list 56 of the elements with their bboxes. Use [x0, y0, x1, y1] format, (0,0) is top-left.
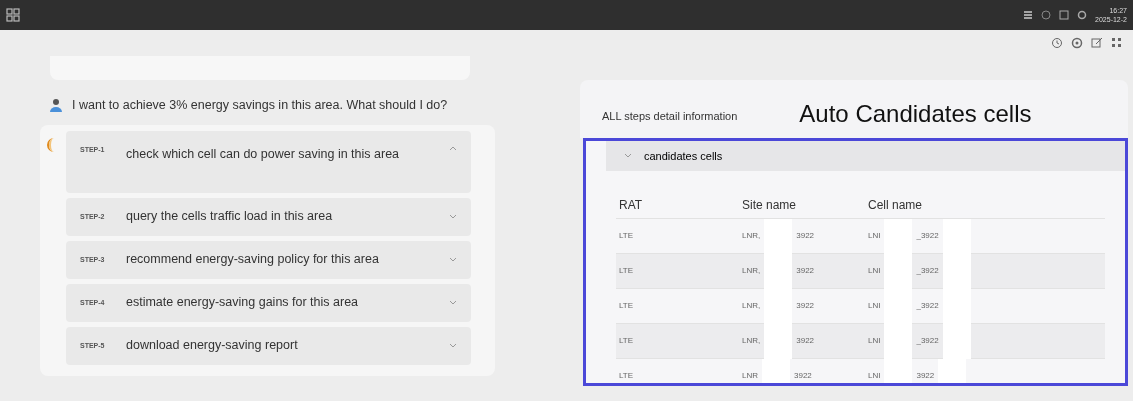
menu-icon[interactable] — [1023, 10, 1034, 20]
chevron-down-icon — [449, 256, 457, 263]
table-cell: 3922 — [796, 335, 815, 347]
user-message: I want to achieve 3% energy savings in this area. What should I do? — [72, 97, 448, 114]
table-cell-text: LTE — [618, 370, 635, 382]
table-cell-text: LTE — [618, 300, 635, 312]
step-text: recommend energy-saving policy for this area — [126, 251, 380, 269]
table-cell: 3922 — [796, 265, 815, 277]
apps-icon[interactable] — [6, 8, 20, 22]
step-text: query the cells traffic load in this area — [126, 208, 334, 226]
history-icon[interactable] — [1051, 37, 1063, 49]
step-text: download energy-saving report — [126, 337, 299, 355]
grid-icon[interactable] — [1111, 37, 1123, 49]
redaction-block — [942, 218, 971, 254]
chevron-down-icon — [449, 299, 457, 306]
step-text: estimate energy-saving gains for this area — [126, 294, 360, 312]
edit-icon[interactable] — [1091, 37, 1103, 49]
table-cell: LNI — [868, 300, 881, 312]
table-cell: LNR, — [742, 300, 761, 312]
table-cell: _3922 — [916, 300, 939, 312]
gear-icon[interactable] — [1077, 10, 1088, 20]
table-cell: 3922 — [796, 300, 815, 312]
table-cell: LNR, — [742, 265, 761, 277]
table-cell: LNI — [868, 335, 881, 347]
table-cell: LNI — [868, 265, 881, 277]
user-avatar-icon — [50, 98, 62, 113]
chevron-down-icon — [624, 153, 632, 159]
table-cell: LNR, — [742, 230, 761, 242]
chevron-down-icon — [449, 342, 457, 349]
step-text: check which cell can do power saving in this area — [126, 145, 401, 163]
table-cell: LNI — [868, 370, 881, 382]
table-cell: _3922 — [916, 230, 939, 242]
table-cell-text: LTE — [618, 230, 635, 242]
table-cell: 3922 — [916, 370, 935, 382]
table-cell: _3922 — [916, 335, 939, 347]
column-header: RAT — [618, 196, 644, 214]
table-cell-text: LTE — [618, 265, 635, 277]
chevron-down-icon — [449, 213, 457, 220]
panel-title: ALL steps detail information — [602, 109, 738, 124]
table-cell: 3922 — [796, 230, 815, 242]
column-header: Site name — [742, 196, 798, 214]
table-cell: LNR, — [742, 335, 761, 347]
column-header: Cell name — [868, 196, 924, 214]
table-cell: LNR — [742, 370, 758, 382]
table-cell: 3922 — [794, 370, 812, 382]
section-header[interactable]: candidates cells — [606, 141, 1125, 171]
square-icon[interactable] — [1059, 10, 1070, 20]
settings-icon[interactable] — [1071, 37, 1083, 49]
table-cell-text: LTE — [618, 335, 635, 347]
table-cell: _3922 — [916, 265, 939, 277]
annotation-text: Auto Candidates cells — [799, 102, 1032, 129]
chevron-up-icon — [449, 144, 457, 151]
table-cell: LNI — [868, 230, 881, 242]
redaction-block — [884, 218, 913, 254]
redaction-block — [764, 218, 793, 254]
circle-icon[interactable] — [1041, 10, 1052, 20]
